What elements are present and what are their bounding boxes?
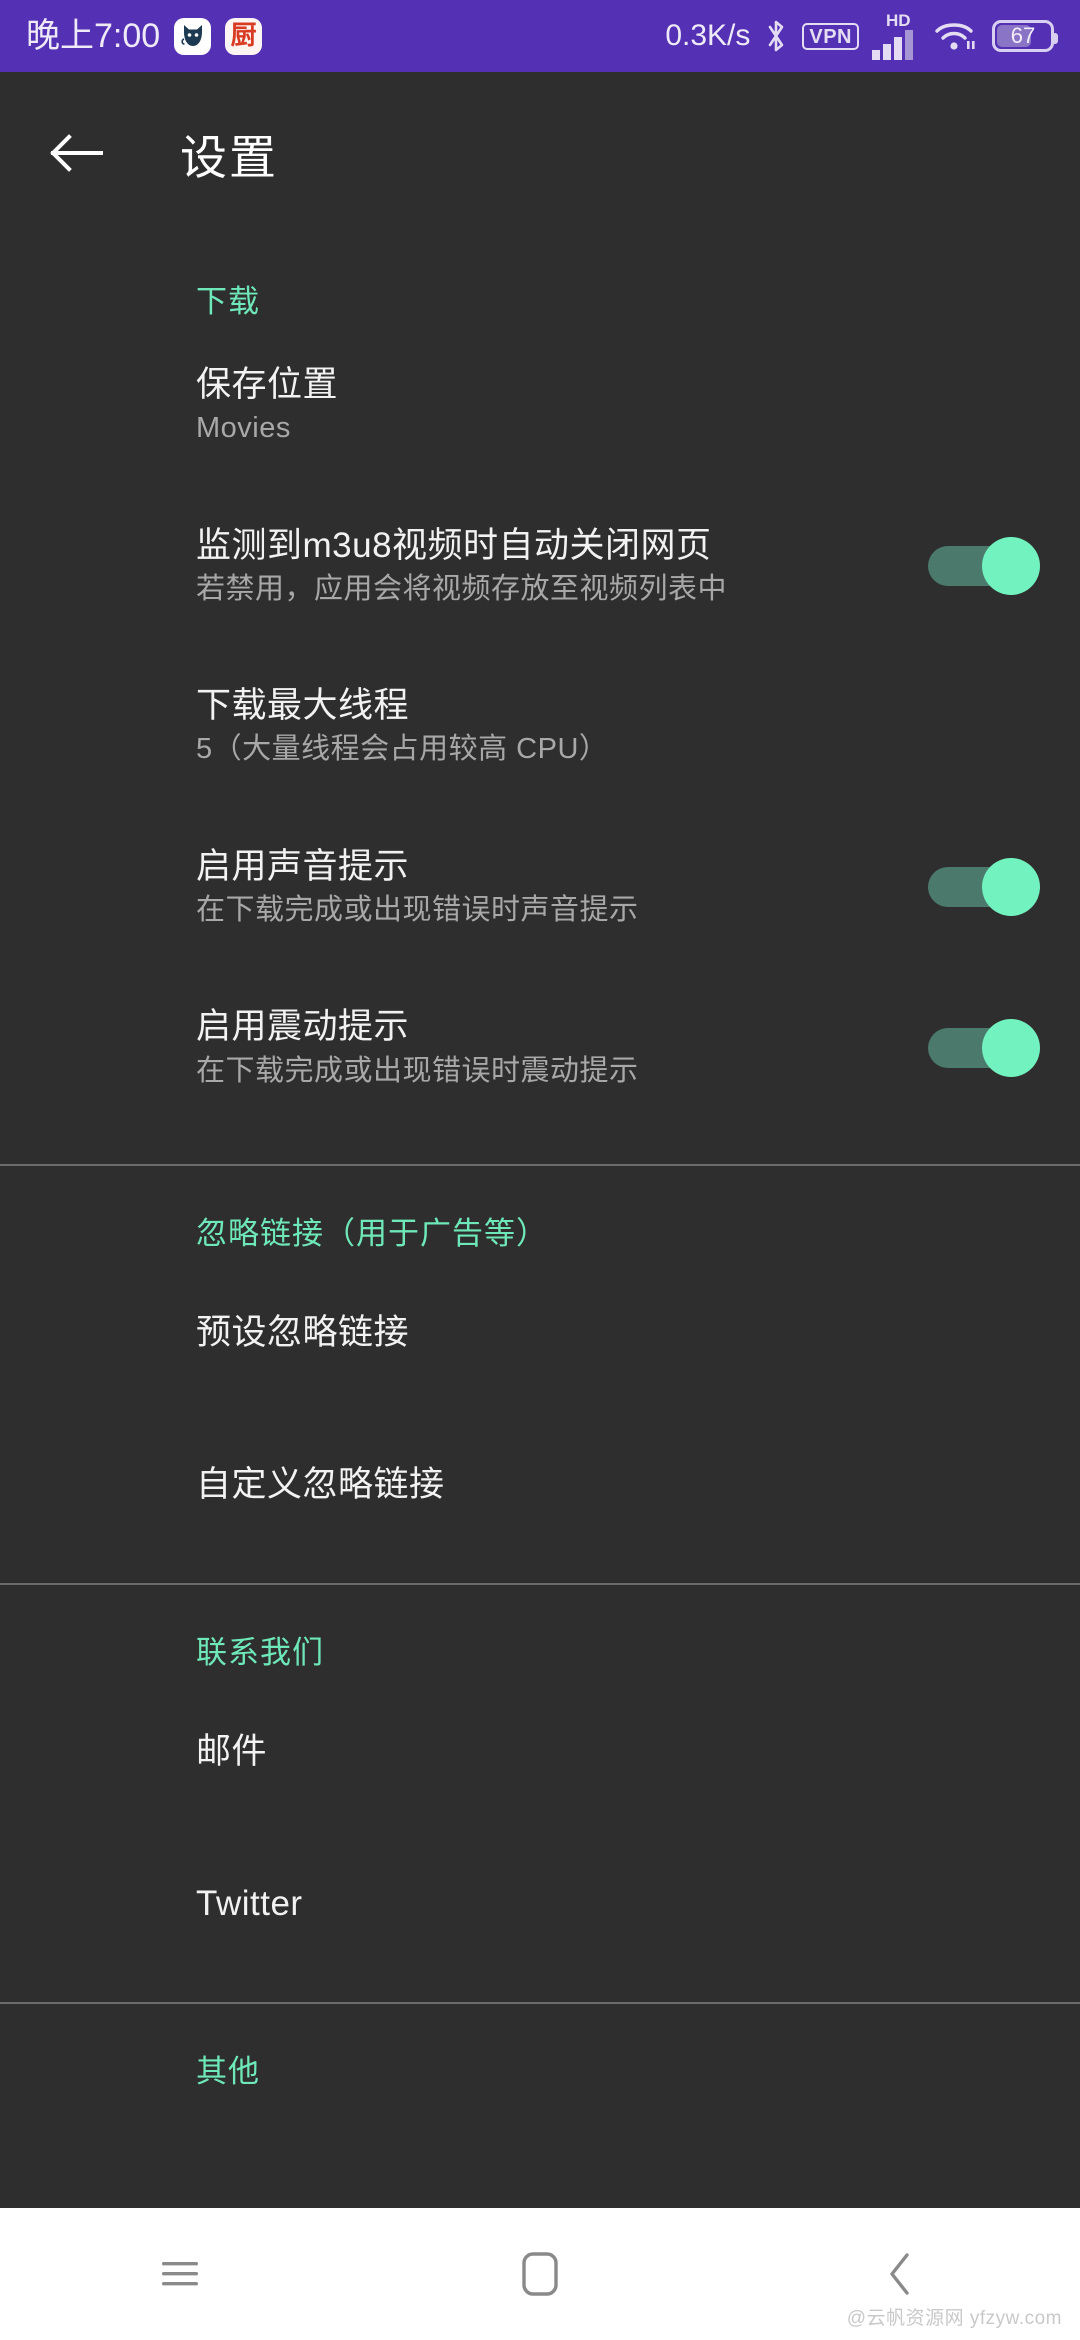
row-subtitle: 若禁用，应用会将视频存放至视频列表中: [196, 572, 728, 605]
row-title: 启用震动提示: [196, 1007, 410, 1047]
status-clock: 晚上7:00: [26, 17, 161, 55]
vpn-icon: VPN: [802, 22, 859, 50]
battery-level-label: 67: [1010, 23, 1036, 48]
section-header-ignore-links: 忽略链接（用于广告等）: [196, 1215, 548, 1251]
phone-screen: 晚上7:00 厨 0.3K/s VPN HD 67 设置 下载 保存位置 Mov…: [0, 0, 1080, 2340]
toggle-enable-vibration[interactable]: [928, 1018, 1040, 1077]
row-title: 自定义忽略链接: [196, 1464, 445, 1504]
row-auto-close-webpage[interactable]: 监测到m3u8视频时自动关闭网页 若禁用，应用会将视频存放至视频列表中: [0, 508, 1080, 625]
section-header-download: 下载: [196, 284, 260, 319]
row-custom-ignore-links[interactable]: 自定义忽略链接: [0, 1431, 1080, 1539]
system-nav-bar: @云帆资源网 yfzyw.com: [0, 2208, 1080, 2340]
row-texts: 保存位置 Movies: [196, 347, 338, 464]
toggle-auto-close-webpage[interactable]: [928, 536, 1040, 595]
section-header-other: 其他: [196, 2053, 260, 2089]
page-title: 设置: [180, 130, 278, 184]
settings-list[interactable]: 下载 保存位置 Movies 监测到m3u8视频时自动关闭网页 若禁用，应用会将…: [0, 234, 1080, 2340]
app-bar: 设置: [0, 72, 1080, 234]
row-texts: 启用震动提示 在下载完成或出现错误时震动提示: [196, 989, 639, 1106]
row-title: 下载最大线程: [196, 686, 410, 726]
battery-icon: 67: [992, 20, 1058, 52]
back-button[interactable]: [22, 98, 132, 208]
row-email[interactable]: 邮件: [0, 1698, 1080, 1806]
row-texts: 启用声音提示 在下载完成或出现错误时声音提示: [196, 829, 639, 946]
row-title: 预设忽略链接: [196, 1312, 410, 1352]
kitchen-app-icon-label: 厨: [230, 21, 257, 51]
row-texts: 预设忽略链接: [196, 1295, 409, 1371]
menu-icon: [162, 2262, 198, 2286]
row-title: 启用声音提示: [196, 846, 410, 886]
row-enable-sound[interactable]: 启用声音提示 在下载完成或出现错误时声音提示: [0, 829, 1080, 946]
row-enable-vibration[interactable]: 启用震动提示 在下载完成或出现错误时震动提示: [0, 989, 1080, 1106]
toggle-thumb: [982, 1018, 1040, 1077]
row-save-location[interactable]: 保存位置 Movies: [0, 347, 1080, 464]
row-texts: 自定义忽略链接: [196, 1447, 445, 1523]
status-bar-right: 0.3K/s VPN HD 67: [665, 12, 1058, 60]
row-max-threads[interactable]: 下载最大线程 5（大量线程会占用较高 CPU）: [0, 668, 1080, 785]
row-subtitle: 5（大量线程会占用较高 CPU）: [196, 733, 609, 766]
toggle-thumb: [982, 858, 1040, 917]
row-texts: 下载最大线程 5（大量线程会占用较高 CPU）: [196, 668, 608, 785]
row-title: Twitter: [196, 1883, 303, 1923]
row-texts: Twitter: [196, 1866, 303, 1942]
row-title: 邮件: [196, 1731, 268, 1771]
row-subtitle: 在下载完成或出现错误时震动提示: [196, 1054, 639, 1087]
row-subtitle: 在下载完成或出现错误时声音提示: [196, 894, 639, 927]
row-title: 监测到m3u8视频时自动关闭网页: [196, 525, 712, 565]
hd-label: HD: [886, 11, 911, 30]
toggle-enable-sound[interactable]: [928, 858, 1040, 917]
cat-app-icon: [174, 17, 212, 55]
row-texts: 邮件: [196, 1714, 267, 1790]
row-title: 保存位置: [196, 365, 339, 404]
kitchen-app-icon: 厨: [225, 17, 263, 55]
row-texts: 监测到m3u8视频时自动关闭网页 若禁用，应用会将视频存放至视频列表中: [196, 508, 727, 625]
signal-bars-icon: HD: [872, 12, 920, 60]
watermark: @云帆资源网 yfzyw.com: [846, 2308, 1062, 2329]
back-arrow-icon: [50, 134, 103, 172]
row-subtitle: Movies: [196, 412, 291, 445]
wifi-icon: [933, 19, 979, 53]
row-twitter[interactable]: Twitter: [0, 1850, 1080, 1958]
home-square-icon: [522, 2252, 558, 2296]
chevron-left-icon: [890, 2253, 909, 2295]
network-speed-label: 0.3K/s: [665, 19, 751, 52]
toggle-thumb: [982, 536, 1040, 595]
bluetooth-icon: [763, 18, 789, 54]
section-header-contact-us: 联系我们: [196, 1634, 324, 1670]
status-bar-left: 晚上7:00 厨: [26, 17, 263, 55]
nav-recents-button[interactable]: [105, 2208, 255, 2340]
nav-home-button[interactable]: [465, 2208, 615, 2340]
status-bar: 晚上7:00 厨 0.3K/s VPN HD 67: [0, 0, 1080, 72]
row-preset-ignore-links[interactable]: 预设忽略链接: [0, 1279, 1080, 1387]
